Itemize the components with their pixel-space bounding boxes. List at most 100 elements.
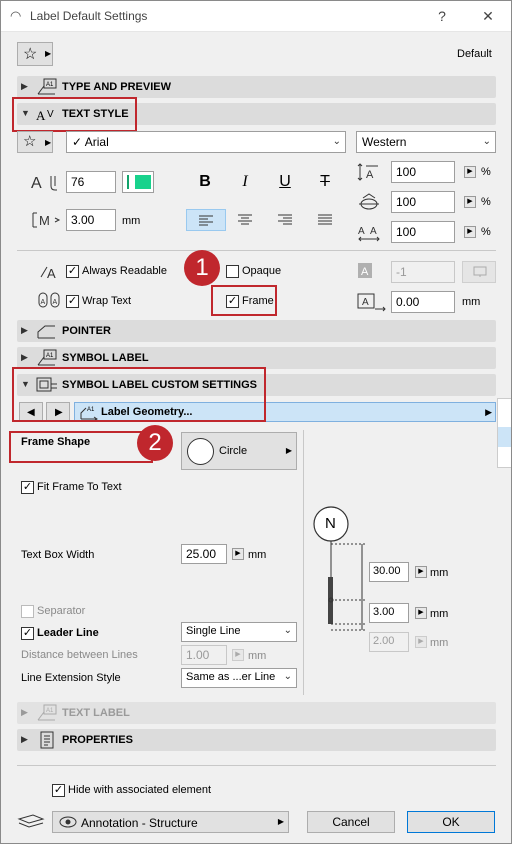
section-text-label: ▶ A1 TEXT LABEL [17, 702, 496, 724]
help-button[interactable]: ? [432, 6, 452, 26]
underline-button[interactable]: U [270, 171, 300, 193]
char-spacing-stepper[interactable]: ▶ [464, 226, 476, 238]
line-gap-input: 2.00 [369, 632, 409, 652]
chevron-right-icon: ▶ [45, 49, 52, 58]
percent-unit: % [481, 196, 491, 208]
cancel-button[interactable]: Cancel [307, 811, 395, 833]
align-right-button[interactable] [270, 209, 300, 231]
separator-label: Separator [37, 605, 86, 617]
app-icon: ◠ [10, 8, 22, 23]
chevron-right-icon: ▶ [21, 734, 28, 744]
text-label-icon: A1 [37, 704, 57, 721]
extension-length-stepper[interactable]: ▶ [415, 607, 427, 619]
leader-line-checkbox[interactable]: ✓ [21, 627, 34, 640]
width-factor-stepper[interactable]: ▶ [464, 166, 476, 178]
align-justify-button[interactable] [310, 209, 340, 231]
leader-line-select[interactable]: Single Line ⌄ [181, 622, 297, 642]
highlight-frame-shape [9, 431, 153, 463]
close-button[interactable]: ✕ [478, 6, 498, 26]
pen-input[interactable]: 76 [66, 171, 116, 193]
spacing-factor-icon [359, 193, 379, 210]
highlight-frame [211, 285, 277, 316]
distance-input: 1.00 [181, 645, 227, 665]
svg-text:A: A [41, 299, 46, 306]
text-size-input[interactable]: 3.00 [66, 209, 116, 231]
frame-offset-icon: A [357, 293, 386, 312]
hide-with-element-checkbox[interactable]: ✓ [52, 784, 65, 797]
mm-unit: mm [430, 637, 449, 649]
opaque-pen-swatch [462, 261, 496, 283]
chevron-right-icon: ▶ [21, 325, 28, 335]
align-center-button[interactable] [230, 209, 260, 231]
text-box-width-input[interactable]: 25.00 [181, 544, 227, 564]
script-select[interactable]: Western ⌄ [356, 131, 496, 153]
opaque-checkbox[interactable] [226, 265, 239, 278]
opaque-pen-input: -1 [391, 261, 455, 283]
ok-button[interactable]: OK [407, 811, 495, 833]
spacing-factor-stepper[interactable]: ▶ [464, 196, 476, 208]
section-label: TYPE AND PREVIEW [62, 81, 171, 93]
size-unit: mm [122, 215, 141, 227]
favorites-button[interactable]: ☆ ▶ [17, 42, 53, 66]
opaque-label: Opaque [242, 265, 282, 277]
section-properties[interactable]: ▶ PROPERTIES [17, 729, 496, 751]
favorite-name: Default [457, 48, 492, 60]
font-select[interactable]: ✓ Arial ⌄ [66, 131, 346, 153]
align-center-icon [238, 214, 252, 225]
chevron-down-icon: ⌄ [283, 671, 292, 682]
label-preview-icon: A1 [37, 78, 57, 95]
section-symbol-label[interactable]: ▶ A1 SYMBOL LABEL [17, 347, 496, 369]
font-value: Arial [84, 135, 109, 149]
svg-text:A: A [361, 266, 369, 278]
frame-offset-input[interactable]: 0.00 [391, 291, 455, 313]
chevron-down-icon: ⌄ [482, 136, 491, 147]
text-box-width-label: Text Box Width [21, 549, 95, 561]
pen-color-fill [135, 175, 151, 189]
leader-length-input[interactable]: 30.00 [369, 562, 409, 582]
symbol-label-icon: A1 [37, 349, 57, 366]
line-gap-stepper: ▶ [415, 636, 427, 648]
svg-text:A: A [53, 299, 58, 306]
geometry-preview [313, 506, 366, 631]
panel-divider [303, 430, 304, 695]
callout-badge-2: 2 [137, 425, 173, 461]
always-readable-icon: A [40, 266, 56, 281]
wrap-text-label: Wrap Text [82, 295, 132, 307]
section-type-and-preview[interactable]: ▶ A1 TYPE AND PREVIEW [17, 76, 496, 98]
text-favorites-button[interactable]: ☆ ▶ [17, 131, 53, 153]
wrap-text-checkbox[interactable]: ✓ [66, 295, 79, 308]
char-spacing-input[interactable]: 100 [391, 221, 455, 243]
chevron-right-icon: ▶ [21, 352, 28, 362]
divider [17, 250, 496, 251]
layer-select[interactable]: Annotation - Structure ▶ [52, 811, 289, 833]
ext-style-label: Line Extension Style [21, 672, 121, 684]
pen-color-swatch[interactable] [122, 171, 154, 193]
text-box-width-stepper[interactable]: ▶ [232, 548, 244, 560]
italic-button[interactable]: I [230, 171, 260, 193]
distance-stepper: ▶ [232, 649, 244, 661]
pointer-icon [37, 325, 55, 339]
mm-unit: mm [248, 549, 267, 561]
section-pointer[interactable]: ▶ POINTER [17, 320, 496, 342]
svg-text:A: A [362, 297, 369, 308]
align-justify-icon [318, 214, 332, 225]
align-left-button[interactable] [186, 209, 226, 231]
frame-shape-button[interactable]: Circle ▶ [181, 432, 297, 470]
spacing-factor-input[interactable]: 100 [391, 191, 455, 213]
chevron-down-icon: ⌄ [332, 136, 341, 147]
extension-length-input[interactable]: 3.00 [369, 603, 409, 623]
width-factor-input[interactable]: 100 [391, 161, 455, 183]
always-readable-checkbox[interactable]: ✓ [66, 265, 79, 278]
percent-unit: % [481, 226, 491, 238]
section-label: SYMBOL LABEL [62, 352, 149, 364]
ext-style-select[interactable]: Same as ...er Line ⌄ [181, 668, 297, 688]
mm-unit: mm [248, 650, 267, 662]
ext-style-value: Same as ...er Line [186, 671, 276, 683]
leader-line-label: Leader Line [37, 627, 99, 639]
leader-length-stepper[interactable]: ▶ [415, 566, 427, 578]
bold-button[interactable]: B [190, 171, 220, 193]
text-size-icon: M [32, 212, 61, 228]
strikethrough-button[interactable]: T [310, 171, 340, 193]
chevron-right-icon: ▶ [21, 81, 28, 91]
fit-frame-checkbox[interactable]: ✓ [21, 481, 34, 494]
